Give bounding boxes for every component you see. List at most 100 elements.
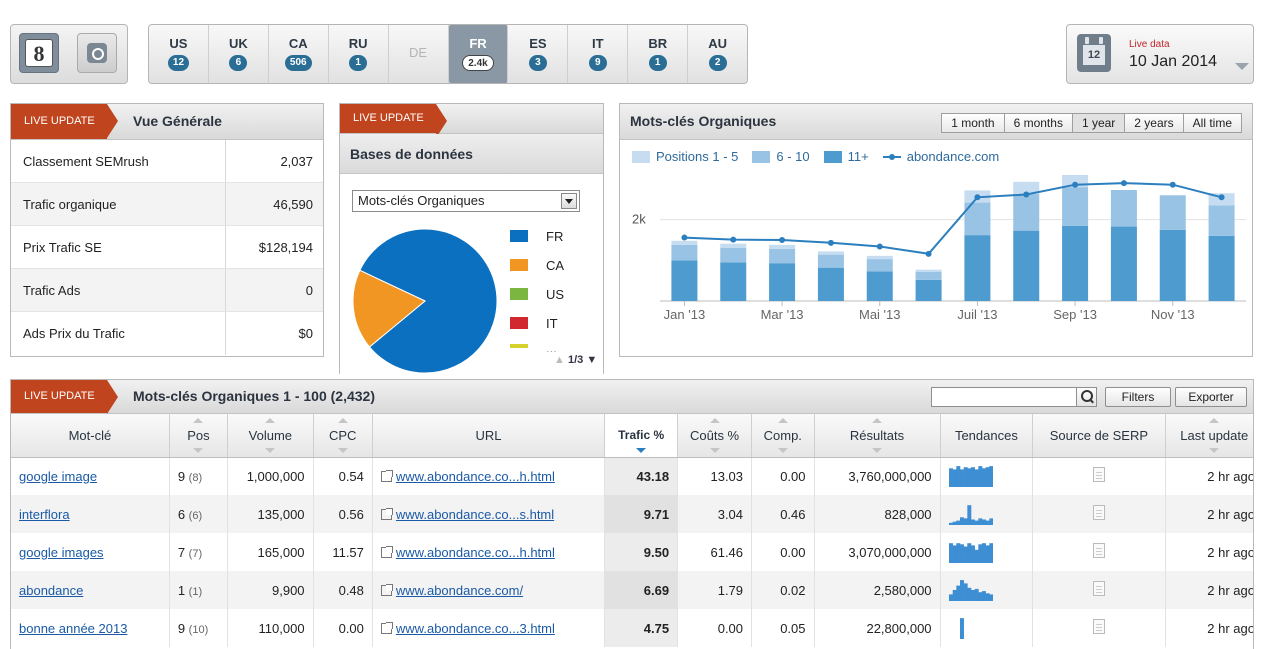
table-row: interflora 6 (6) 135,000 0.56 www.abondance.…	[11, 495, 1253, 533]
date-picker[interactable]: 12 Live data 10 Jan 2014	[1066, 24, 1254, 84]
legend-item[interactable]: abondance.com	[882, 149, 999, 164]
next-arrow-icon[interactable]: ▼	[586, 354, 597, 366]
col-comp[interactable]: Comp.	[751, 414, 815, 458]
traffic-cell: 6.69	[604, 571, 679, 609]
document-icon[interactable]	[1092, 581, 1105, 596]
sort-down-icon	[193, 447, 204, 453]
col-volume[interactable]: Volume	[227, 414, 314, 458]
range-1-year[interactable]: 1 year	[1071, 113, 1126, 133]
trend-bar	[981, 542, 986, 563]
prev-arrow-icon[interactable]: ▲	[554, 354, 565, 366]
document-icon[interactable]	[1092, 505, 1105, 520]
legend-swatch	[752, 150, 771, 163]
range-1-month[interactable]: 1 month	[941, 113, 1005, 133]
document-icon[interactable]	[1092, 619, 1105, 634]
url-cell: www.abondance.co...h.html	[372, 457, 606, 495]
search-engine-switcher: 8	[10, 24, 128, 84]
line-point	[925, 250, 932, 257]
range-6-months[interactable]: 6 months	[1003, 113, 1073, 133]
url-link[interactable]: www.abondance.com/	[396, 583, 523, 598]
keyword-link[interactable]: abondance	[19, 583, 83, 598]
keyword-link[interactable]: interflora	[19, 507, 70, 522]
line-point	[1218, 194, 1225, 201]
trend-bar	[966, 587, 971, 601]
col-traffic[interactable]: Trafic %	[604, 414, 679, 458]
google-engine-button[interactable]: 8	[19, 33, 59, 73]
db-fr[interactable]: FR 2.4k	[448, 25, 509, 83]
external-link-icon[interactable]	[380, 545, 393, 558]
costs-cell: 61.46	[677, 533, 753, 571]
db-it[interactable]: IT 9	[568, 25, 629, 83]
db-uk[interactable]: UK 6	[209, 25, 269, 83]
table-row: google images 7 (7) 165,000 11.57 www.abonda…	[11, 533, 1253, 571]
legend-item[interactable]: 11+	[823, 149, 869, 164]
trend-bar	[959, 469, 964, 487]
bar-apr13-s1	[817, 254, 844, 268]
db-br[interactable]: BR 1	[628, 25, 689, 83]
keywords-title: Mots-clés Organiques 1 - 100 (2,432)	[133, 388, 375, 404]
line-point	[779, 237, 786, 243]
url-link[interactable]: www.abondance.co...3.html	[396, 621, 555, 636]
cpc-cell: 0.00	[313, 609, 373, 647]
document-icon[interactable]	[1092, 543, 1105, 558]
db-es[interactable]: ES 3	[508, 25, 569, 83]
pos-cell: 7 (7)	[169, 533, 229, 571]
sort-up-icon	[872, 418, 883, 423]
db-ca[interactable]: CA 506	[269, 25, 329, 83]
x-tick-label: Mai '13	[859, 307, 901, 322]
db-count-badge: 2	[708, 55, 727, 71]
col-costs[interactable]: Coûts %	[677, 414, 753, 458]
col-results[interactable]: Résultats	[814, 414, 941, 458]
col-url[interactable]: URL	[372, 414, 606, 458]
databases-header: LIVE UPDATE	[340, 104, 603, 138]
trend-bar	[985, 544, 990, 563]
external-link-icon[interactable]	[380, 507, 393, 520]
url-link[interactable]: www.abondance.co...h.html	[396, 545, 555, 560]
external-link-icon[interactable]	[380, 469, 393, 482]
url-link[interactable]: www.abondance.co...s.html	[396, 507, 554, 522]
document-icon[interactable]	[1092, 467, 1105, 483]
col-keyword[interactable]: Mot-clé	[11, 414, 170, 458]
db-count-badge: 506	[284, 55, 312, 71]
legend-item[interactable]: 6 - 10	[752, 149, 810, 164]
database-type-select[interactable]: Mots-clés Organiques	[352, 190, 580, 212]
legend-item: US	[510, 286, 564, 302]
chevron-down-icon[interactable]	[1235, 63, 1249, 70]
line-point	[1169, 181, 1176, 188]
trend-bar	[959, 579, 964, 601]
range-selector: 1 month 6 months 1 year 2 years All time	[941, 113, 1242, 133]
trend-bar	[963, 582, 968, 601]
keyword-cell: abondance	[11, 571, 170, 609]
col-cpc[interactable]: CPC	[313, 414, 373, 458]
bar-aug13-s1	[1013, 194, 1040, 231]
db-us[interactable]: US 12	[149, 25, 209, 83]
bar-mai13-s1	[866, 259, 893, 272]
bar-mar13-s1	[769, 248, 796, 264]
results-cell: 3,070,000,000	[814, 533, 941, 571]
db-ru[interactable]: RU 1	[329, 25, 389, 83]
external-link-icon[interactable]	[380, 583, 393, 596]
range-all-time[interactable]: All time	[1182, 113, 1242, 133]
external-link-icon[interactable]	[380, 621, 393, 634]
bing-engine-button[interactable]	[77, 33, 117, 73]
comp-cell: 0.02	[751, 571, 815, 609]
live-data-label: Live data	[1129, 39, 1170, 50]
legend-item: IT	[510, 315, 558, 331]
legend-pager[interactable]: ▲ 1/3 ▼	[554, 354, 597, 366]
url-link[interactable]: www.abondance.co...h.html	[396, 469, 555, 484]
line-point	[876, 243, 883, 250]
range-2-years[interactable]: 2 years	[1124, 113, 1184, 133]
database-selector: US 12 UK 6 CA 506 RU 1 DE FR 2.4k ES 3 IT 9 BR 1…	[148, 24, 748, 84]
keywords-search-input[interactable]	[931, 387, 1097, 407]
legend-item[interactable]: Positions 1 - 5	[632, 149, 738, 164]
export-button[interactable]: Exporter	[1175, 387, 1247, 407]
col-pos[interactable]: Pos	[169, 414, 229, 458]
keyword-link[interactable]: google images	[19, 545, 104, 560]
keyword-link[interactable]: google image	[19, 469, 97, 484]
col-last-update[interactable]: Last update	[1165, 414, 1253, 458]
search-icon[interactable]	[1076, 388, 1096, 406]
filters-button[interactable]: Filters	[1105, 387, 1171, 407]
keyword-link[interactable]: bonne année 2013	[19, 621, 127, 636]
db-au[interactable]: AU 2	[688, 25, 747, 83]
db-de: DE	[389, 25, 449, 83]
